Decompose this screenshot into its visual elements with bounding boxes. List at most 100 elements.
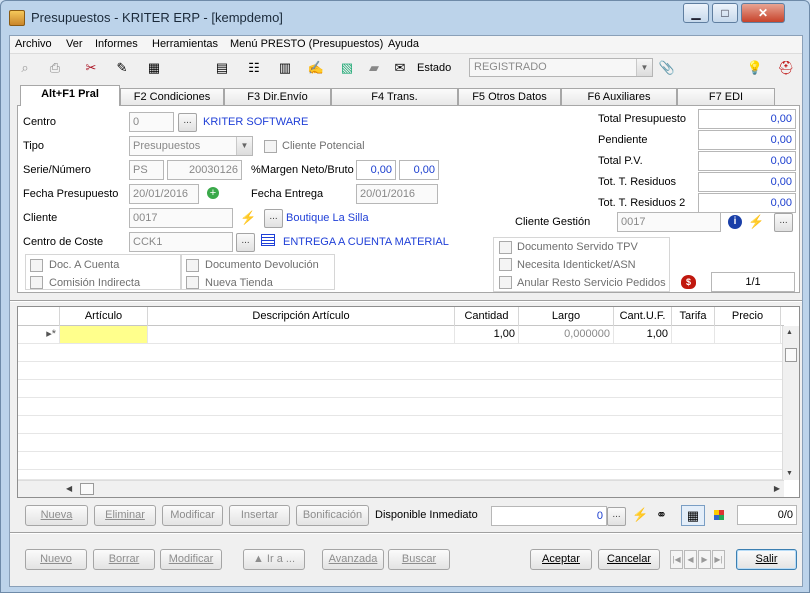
tab-otros-datos[interactable]: F5 Otros Datos [458,88,561,105]
splitter[interactable] [10,300,802,302]
cliente-lookup-button[interactable]: ... [264,209,283,228]
chevron-down-icon[interactable]: ▼ [636,59,652,76]
menu-ver[interactable]: Ver [66,38,83,50]
modificar-linea-button[interactable]: Modificar [162,505,223,526]
color-icon[interactable] [714,510,724,520]
scroll-right-icon[interactable]: ▶ [774,484,780,493]
previous-record-icon[interactable]: ◀ [684,550,697,569]
nuevo-button[interactable]: Nuevo [25,549,87,570]
next-record-icon[interactable]: ▶ [698,550,711,569]
eliminar-linea-button[interactable]: Eliminar [94,505,156,526]
table-row[interactable]: ▸* 1,00 0,000000 1,00 [18,326,784,344]
last-record-icon[interactable]: ▶| [712,550,725,569]
scroll-up-icon[interactable]: ▲ [786,329,793,336]
documento-devolucion-checkbox[interactable] [186,259,199,272]
paperclip-icon[interactable]: 📎 [658,59,676,77]
info-icon[interactable]: i [728,215,742,229]
centro-coste-field[interactable]: CCK1 [129,232,233,252]
margen-neto-field[interactable]: 0,00 [356,160,396,180]
money-bag-icon[interactable]: $ [681,275,696,289]
col-largo[interactable]: Largo [519,307,614,326]
salir-button[interactable]: Salir [736,549,797,570]
fecha-presupuesto-field[interactable]: 20/01/2016 [129,184,199,204]
tree-icon[interactable]: ☷ [245,59,263,77]
edit-document-icon[interactable]: ✎ [113,59,131,77]
lightning-icon[interactable]: ⚡ [240,210,256,226]
lightbulb-icon[interactable]: 💡 [746,59,764,77]
scroll-left-icon[interactable]: ◀ [66,484,72,493]
fecha-entrega-field[interactable]: 20/01/2016 [356,184,438,204]
cliente-gestion-field[interactable]: 0017 [617,212,721,232]
comment-icon[interactable]: ▰ [365,59,383,77]
col-tarifa[interactable]: Tarifa [672,307,715,326]
cell-tarifa[interactable] [672,326,715,343]
cell-descripcion[interactable] [148,326,455,343]
tab-edi[interactable]: F7 EDI [677,88,775,105]
menu-ayuda[interactable]: Ayuda [388,38,419,50]
margen-bruto-field[interactable]: 0,00 [399,160,439,180]
bonificacion-button[interactable]: Bonificación [296,505,369,526]
estado-select[interactable]: REGISTRADO ▼ [469,58,653,77]
menu-herramientas[interactable]: Herramientas [152,38,218,50]
menu-archivo[interactable]: Archivo [15,38,52,50]
minimize-button[interactable]: ▁ [683,3,709,23]
borrar-button[interactable]: Borrar [93,549,155,570]
avanzada-button[interactable]: Avanzada [322,549,384,570]
comision-indirecta-checkbox[interactable] [30,276,43,289]
tipo-select[interactable]: Presupuestos ▼ [129,136,253,156]
documento-servido-tpv-checkbox[interactable] [499,241,512,254]
centro-coste-name-link[interactable]: ENTREGA A CUENTA MATERIAL [283,236,449,248]
centro-field[interactable]: 0 [129,112,174,132]
preview-icon[interactable]: ⌕ [16,59,34,77]
title-bar[interactable]: Presupuestos - KRITER ERP - [kempdemo] ▁… [1,1,809,35]
col-articulo[interactable]: Artículo [60,307,148,326]
nueva-tienda-checkbox[interactable] [186,276,199,289]
lightning-icon[interactable]: ⚡ [632,507,648,523]
tab-trans[interactable]: F4 Trans. [331,88,458,105]
nueva-linea-button[interactable]: Nueva [25,505,88,526]
horizontal-scrollbar[interactable]: ◀ ▶ [18,480,784,497]
aceptar-button[interactable]: Aceptar [530,549,592,570]
necesita-identicket-checkbox[interactable] [499,258,512,271]
insertar-linea-button[interactable]: Insertar [229,505,290,526]
tab-dir-envio[interactable]: F3 Dir.Envío [224,88,331,105]
col-cantidad[interactable]: Cantidad [455,307,519,326]
cliente-potencial-checkbox[interactable] [264,140,277,153]
tools-icon[interactable]: ✂ [82,59,100,77]
cliente-gestion-lookup-button[interactable]: ... [774,213,793,232]
modificar-button[interactable]: Modificar [160,549,222,570]
chevron-down-icon[interactable]: ▼ [236,137,252,155]
tab-pral[interactable]: Alt+F1 Pral [20,85,120,106]
binoculars-icon[interactable]: ⚭ [656,507,667,523]
cliente-name-link[interactable]: Boutique La Silla [286,212,369,224]
print-icon[interactable]: ⎙ [46,59,64,77]
cell-articulo[interactable] [60,326,148,343]
doc-a-cuenta-checkbox[interactable] [30,259,43,272]
numero-field[interactable]: 20030126 [167,160,242,180]
cell-largo[interactable]: 0,000000 [519,326,614,343]
cliente-field[interactable]: 0017 [129,208,233,228]
grid-icon[interactable]: ▤ [213,59,231,77]
centro-lookup-button[interactable]: ... [178,113,197,132]
maximize-button[interactable]: □ [712,3,738,23]
menu-presto[interactable]: Menú PRESTO (Presupuestos) [230,38,383,50]
col-cant-uf[interactable]: Cant.U.F. [614,307,672,326]
envelope-icon[interactable]: ✉ [391,59,409,77]
anular-resto-checkbox[interactable] [499,276,512,289]
cancelar-button[interactable]: Cancelar [598,549,660,570]
buscar-button[interactable]: Buscar [388,549,450,570]
col-descripcion[interactable]: Descripción Artículo [148,307,455,326]
horizontal-scroll-thumb[interactable] [80,483,94,495]
close-button[interactable]: ✕ [741,3,785,23]
chart-icon[interactable]: ▧ [338,59,356,77]
col-precio[interactable]: Precio [715,307,781,326]
vertical-scroll-thumb[interactable] [785,348,797,362]
notes-icon[interactable]: ✍ [307,59,325,77]
cell-cantidad[interactable]: 1,00 [455,326,519,343]
cell-cant-uf[interactable]: 1,00 [614,326,672,343]
table-icon[interactable]: ▥ [276,59,294,77]
add-date-icon[interactable]: + [207,187,219,199]
vertical-scrollbar[interactable]: ▲ ▼ [782,326,799,480]
cell-precio[interactable] [715,326,781,343]
serie-field[interactable]: PS [129,160,164,180]
